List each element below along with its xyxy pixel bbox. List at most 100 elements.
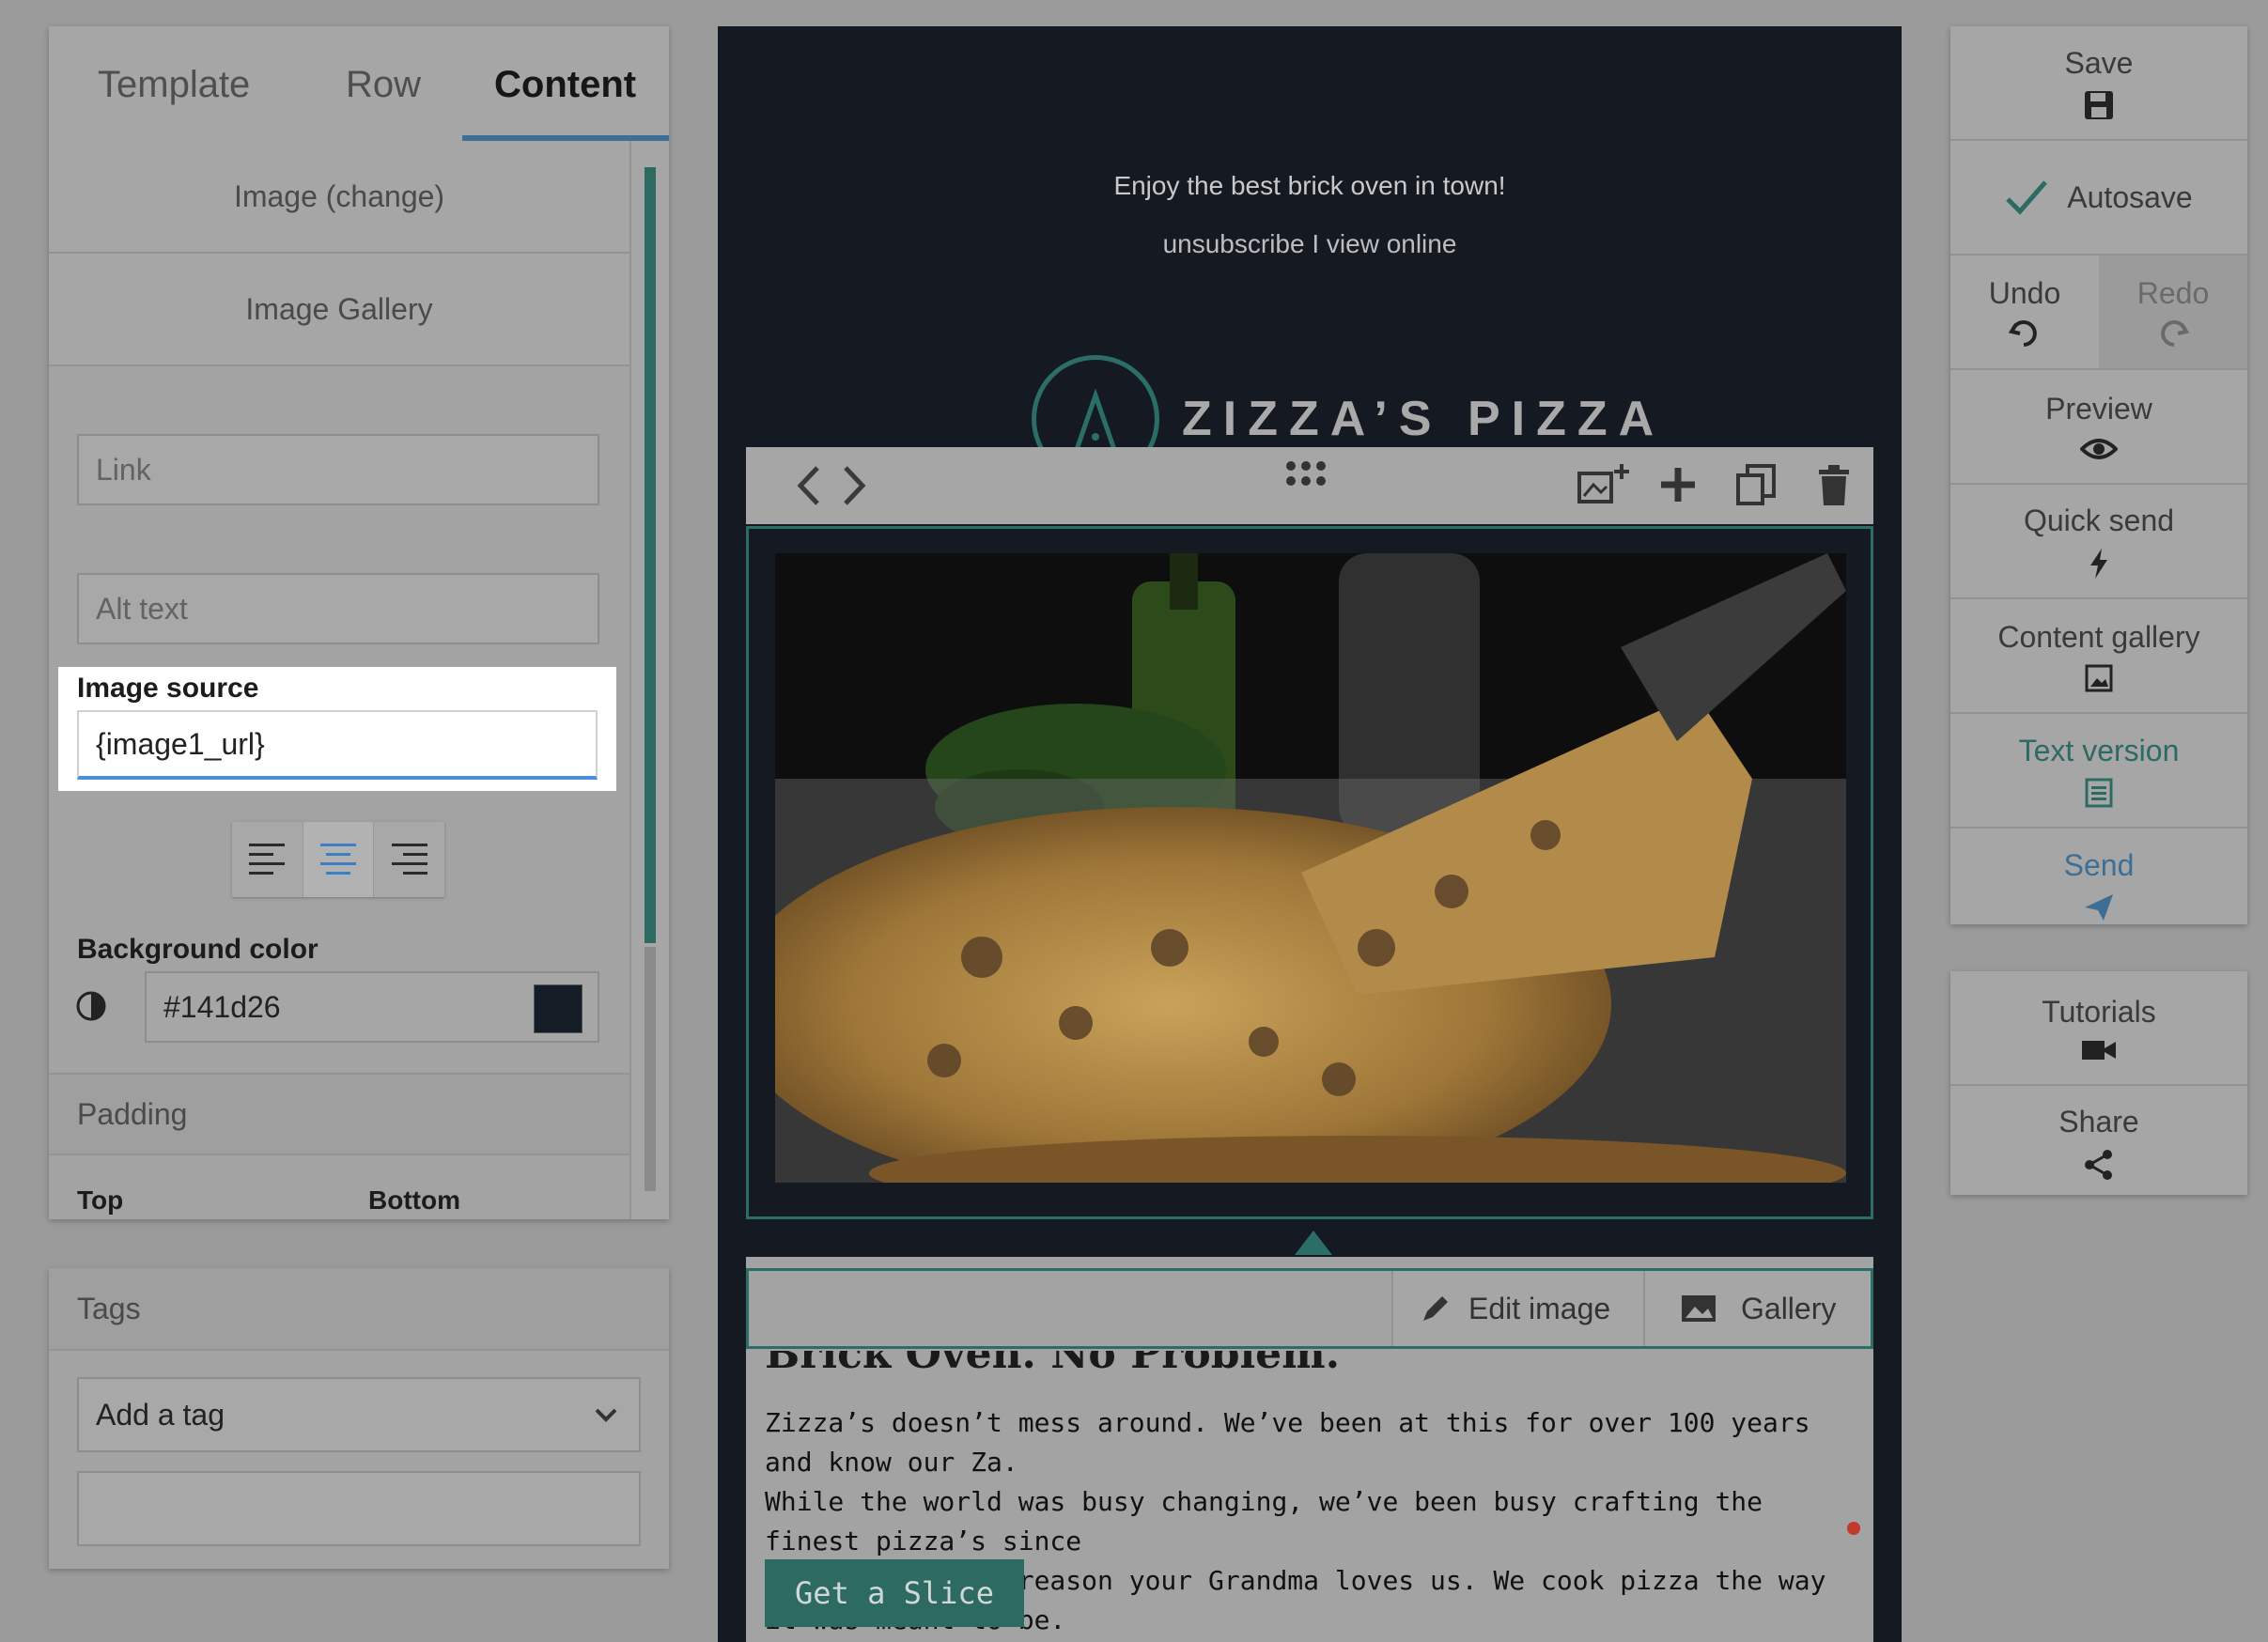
autosave-toggle[interactable]: Autosave: [1950, 141, 2247, 256]
quick-send-button[interactable]: Quick send: [1950, 485, 2247, 599]
undo-button[interactable]: Undo: [1950, 256, 2099, 368]
move-right-icon[interactable]: [840, 464, 868, 507]
align-center-button[interactable]: [303, 822, 375, 897]
tab-row[interactable]: Row: [346, 64, 421, 106]
add-tag-value: Add a tag: [96, 1397, 225, 1432]
image-source-section: Image source {image1_url}: [58, 667, 616, 791]
headline-text: Brick Oven. No Problem.: [765, 1351, 1341, 1378]
save-button[interactable]: Save: [1950, 26, 2247, 141]
tutorials-label: Tutorials: [2042, 994, 2156, 1029]
background-color-input[interactable]: #141d26: [145, 971, 599, 1043]
duplicate-icon[interactable]: [1736, 464, 1778, 507]
alt-text-placeholder: Alt text: [96, 591, 188, 626]
undo-redo-group: Undo Redo: [1950, 256, 2247, 370]
alignment-group: [232, 822, 445, 897]
row-toolbar: [746, 447, 1873, 524]
spellcheck-marker: [1847, 1522, 1860, 1535]
link-placeholder: Link: [96, 452, 151, 487]
move-left-icon[interactable]: [795, 464, 823, 507]
align-right-button[interactable]: [374, 822, 445, 897]
autosave-label: Autosave: [2067, 179, 2193, 214]
tutorials-button[interactable]: Tutorials: [1950, 971, 2247, 1086]
checkmark-icon: [2006, 180, 2048, 215]
share-button[interactable]: Share: [1950, 1086, 2247, 1199]
tags-title: Tags: [77, 1291, 141, 1325]
add-tag-select[interactable]: Add a tag: [77, 1377, 641, 1452]
preview-label: Preview: [2045, 391, 2152, 426]
image-gallery-button[interactable]: Image Gallery: [49, 254, 629, 366]
tags-panel: Tags Add a tag: [49, 1268, 669, 1569]
quick-send-label: Quick send: [2023, 503, 2175, 537]
selected-image-block[interactable]: [746, 526, 1873, 1219]
redo-label: Redo: [2136, 275, 2210, 310]
edit-image-button[interactable]: Edit image: [1391, 1271, 1643, 1346]
text-version-label: Text version: [2018, 733, 2180, 767]
caret-up-icon: [1295, 1231, 1332, 1255]
floppy-disk-icon: [2085, 90, 2113, 119]
alt-text-input[interactable]: Alt text: [77, 573, 599, 644]
align-center-icon: [320, 844, 356, 875]
padding-bottom-label: Bottom: [368, 1185, 460, 1215]
redo-icon: [2161, 319, 2189, 347]
brand-name: ZIZZA’S PIZZA: [1182, 392, 1666, 446]
padding-section-header[interactable]: Padding: [49, 1073, 629, 1155]
share-icon: [2085, 1149, 2112, 1180]
tab-template[interactable]: Template: [98, 64, 250, 106]
send-button[interactable]: Send: [1950, 829, 2247, 941]
color-swatch[interactable]: [534, 984, 583, 1033]
body-line-2: While the world was busy changing, we’ve…: [765, 1486, 1763, 1557]
tag-list-box[interactable]: [77, 1471, 641, 1546]
image-source-value: {image1_url}: [96, 726, 265, 761]
tab-content[interactable]: Content: [494, 64, 636, 106]
pizza-photo[interactable]: [775, 553, 1846, 1183]
actions-sidebar: Save Autosave Undo Redo Preview Quick se…: [1950, 26, 2247, 924]
undo-label: Undo: [1988, 275, 2061, 310]
drag-handle-icon[interactable]: [1285, 460, 1327, 488]
image-gallery-label: Image Gallery: [245, 291, 433, 326]
image-edit-bar: Edit image Gallery: [746, 1268, 1873, 1349]
content-gallery-label: Content gallery: [1997, 619, 2200, 654]
send-label: Send: [2063, 847, 2135, 882]
share-label: Share: [2058, 1104, 2139, 1139]
image-icon: [1682, 1295, 1716, 1322]
email-canvas: Enjoy the best brick oven in town! unsub…: [718, 26, 1902, 1642]
scrollbar-thumb[interactable]: [645, 167, 656, 943]
tags-header[interactable]: Tags: [49, 1268, 669, 1351]
video-camera-icon: [2082, 1040, 2116, 1060]
gallery-icon: [2085, 664, 2113, 691]
help-sidebar: Tutorials Share: [1950, 971, 2247, 1195]
eye-icon: [2080, 438, 2118, 459]
paper-plane-icon: [2085, 893, 2113, 921]
chevron-down-icon: [595, 1408, 617, 1422]
image-change-label: Image (change): [233, 178, 445, 213]
image-source-label: Image source: [77, 673, 259, 704]
gallery-label: Gallery: [1741, 1291, 1837, 1325]
gallery-button[interactable]: Gallery: [1643, 1271, 1871, 1346]
get-a-slice-button[interactable]: Get a Slice: [765, 1559, 1024, 1627]
contrast-icon[interactable]: [75, 988, 107, 1024]
add-image-icon[interactable]: [1577, 462, 1633, 505]
redo-button[interactable]: Redo: [2099, 256, 2247, 368]
pencil-icon: [1423, 1296, 1448, 1321]
panel-tabs: Template Row Content: [49, 26, 669, 143]
pizza-image: [775, 553, 1846, 1183]
image-change-button[interactable]: Image (change): [49, 141, 629, 254]
document-lines-icon: [2085, 778, 2113, 807]
image-source-input[interactable]: {image1_url}: [77, 710, 598, 780]
cta-label: Get a Slice: [795, 1575, 994, 1611]
background-color-label: Background color: [77, 934, 318, 965]
text-version-button[interactable]: Text version: [1950, 714, 2247, 829]
edit-image-label: Edit image: [1468, 1291, 1611, 1325]
undo-icon: [2009, 319, 2037, 347]
padding-top-label: Top: [77, 1185, 124, 1215]
padding-label: Padding: [77, 1096, 188, 1131]
delete-icon[interactable]: [1817, 464, 1851, 507]
header-links[interactable]: unsubscribe I view online: [718, 229, 1902, 259]
content-gallery-button[interactable]: Content gallery: [1950, 599, 2247, 714]
align-left-button[interactable]: [232, 822, 303, 897]
link-input[interactable]: Link: [77, 434, 599, 505]
lightning-icon: [2090, 548, 2107, 579]
add-row-icon[interactable]: [1659, 466, 1697, 503]
email-tagline: Enjoy the best brick oven in town!: [1113, 171, 1506, 200]
preview-button[interactable]: Preview: [1950, 370, 2247, 485]
